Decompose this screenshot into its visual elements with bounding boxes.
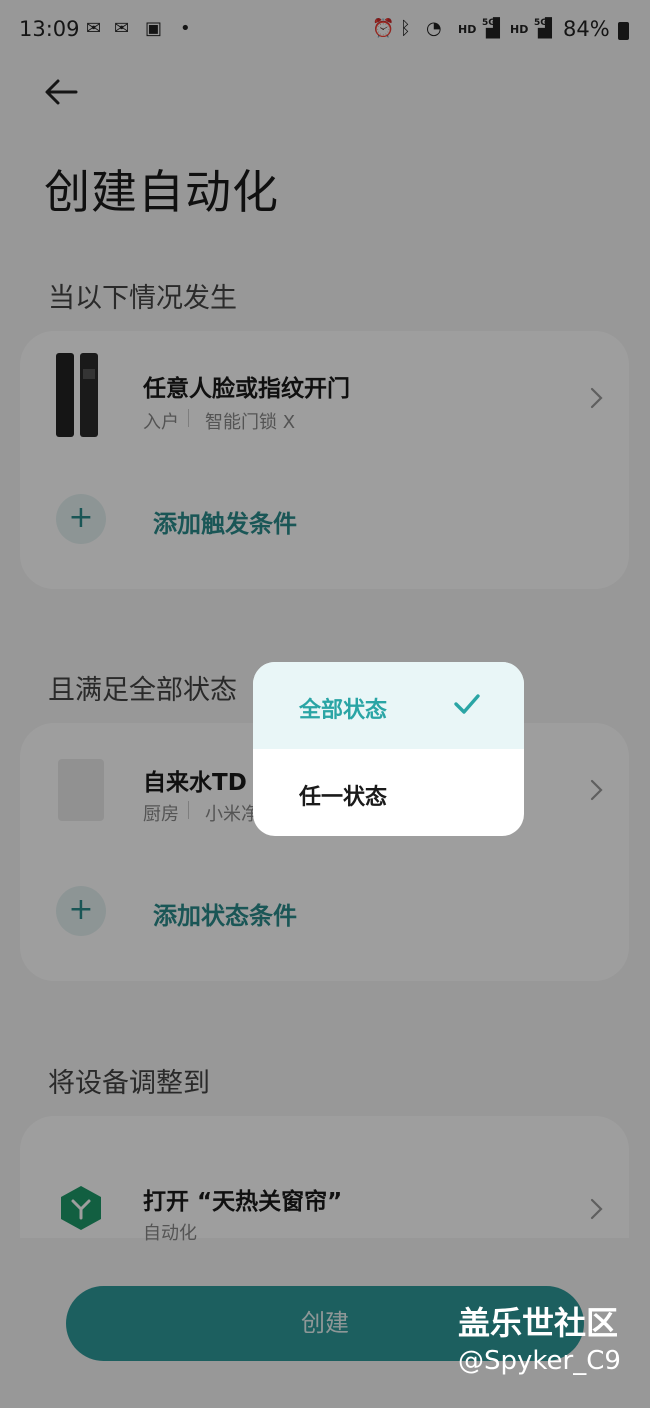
option-label: 任一状态 xyxy=(299,785,388,810)
watermark-handle: @Spyker_C9 xyxy=(458,1346,621,1376)
option-all-states[interactable]: 全部状态 xyxy=(253,662,524,749)
watermark-title: 盖乐世社区 xyxy=(458,1304,619,1342)
option-label: 全部状态 xyxy=(299,698,388,723)
state-mode-dropdown: 全部状态 任一状态 xyxy=(253,662,524,836)
option-any-state[interactable]: 任一状态 xyxy=(253,749,524,836)
checkmark-icon xyxy=(454,694,480,714)
